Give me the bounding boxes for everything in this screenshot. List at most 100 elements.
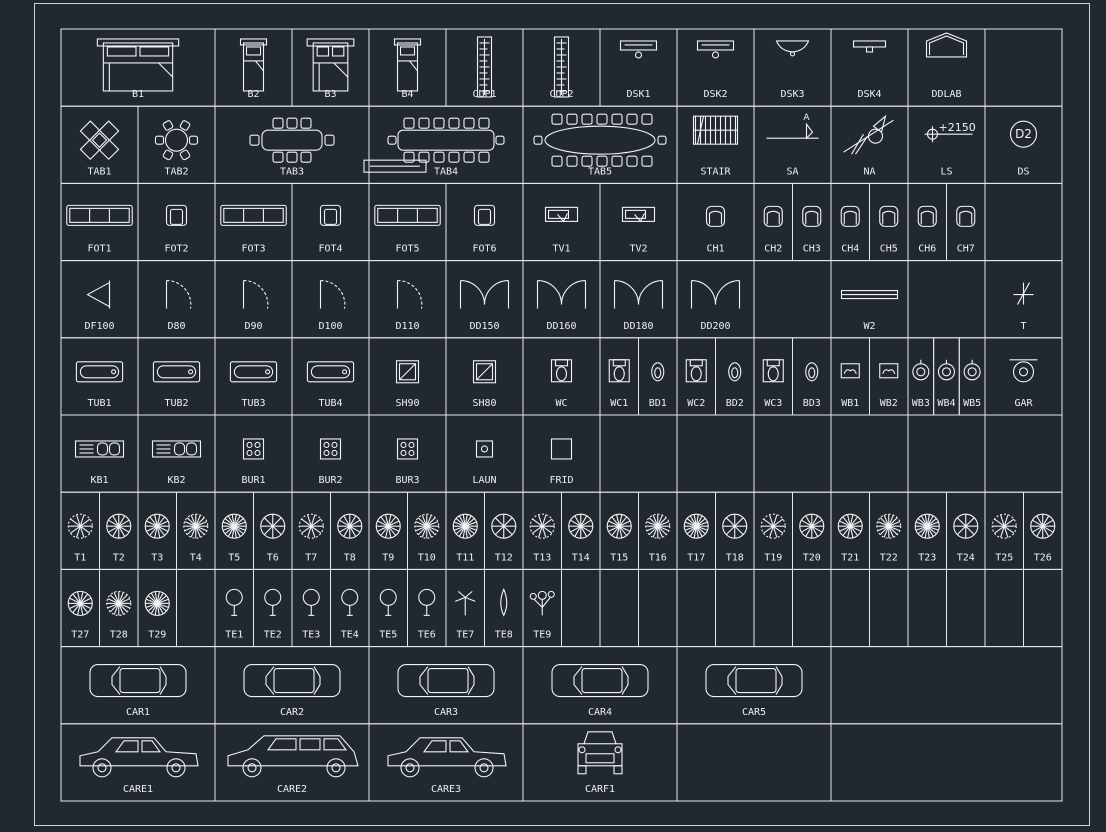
symbol-cell: CUP1 [445,28,524,107]
symbol-cell [830,723,1063,802]
symbol-label: BD3 [803,398,821,409]
symbol-cell: TAB5 [522,105,678,184]
chair-icon [956,205,976,227]
grid-cell [599,414,678,493]
symbol-label: DD160 [546,321,576,332]
wc-icon [762,359,784,383]
symbol-label: SH80 [472,398,496,409]
symbol-label: T4 [190,552,202,563]
cupboard-icon [476,36,493,98]
grid-cell [946,568,986,648]
tree-elevation-icon [418,588,436,616]
level-value: +2150 [939,121,976,134]
symbol-cell [984,28,1063,107]
car-plan-icon [397,664,495,698]
symbol-label: FRID [549,475,573,486]
symbol-cell: D110 [368,260,447,339]
symbol-label: CARE1 [123,784,153,795]
symbol-cell: TUB2 [137,337,216,416]
symbol-cell: T12 [484,491,524,570]
car-plan-icon [243,664,341,698]
tv-icon [621,206,656,223]
symbol-label: CH4 [841,244,859,255]
symbol-cell: NA [830,105,909,184]
symbol-cell: B4 [368,28,447,107]
symbol-cell: T8 [330,491,370,570]
symbol-cell: FOT1 [60,182,139,262]
symbol-cell: B3 [291,28,370,107]
symbol-cell: DD150 [445,260,524,339]
door-double-icon [690,280,741,309]
symbol-cell [984,568,1024,648]
urinal-icon [1009,359,1038,383]
symbol-label: SH90 [395,398,419,409]
symbol-cell: T25 [984,491,1024,570]
sofa-icon [66,204,133,226]
tree-plan-icon [722,513,748,539]
bidet-icon [728,362,742,382]
symbol-cell: TV1 [522,182,601,262]
tree-elevation-icon [341,588,359,616]
symbol-cell: TE3 [291,568,331,648]
symbol-cell [830,568,870,648]
symbol-label: TE6 [418,630,436,641]
symbol-label: T2 [113,552,125,563]
symbol-cell [638,568,678,648]
armchair-icon [165,204,188,226]
kitchen-sink-icon [151,440,202,458]
symbol-label: T21 [841,552,859,563]
symbol-label: CARE3 [431,784,461,795]
symbol-label: TV2 [629,244,647,255]
symbol-cell: T28 [99,568,139,648]
symbol-cell [753,568,793,648]
tree-plan-icon [645,513,671,539]
symbol-label: BD1 [649,398,667,409]
bidet-icon [805,362,819,382]
tree-plan-icon [106,513,132,539]
sofa-icon [374,204,441,226]
symbol-cell: TE9 [522,568,562,648]
cypress-elevation-icon [500,587,508,617]
symbol-cell [676,723,832,802]
symbol-label: BUR1 [241,475,265,486]
symbol-cell: W2 [830,260,909,339]
table-diagonal-icon [79,120,120,161]
symbol-cell: T26 [1023,491,1063,570]
symbol-label: CARF1 [585,784,615,795]
symbol-cell: T19 [753,491,793,570]
symbol-cell [830,414,909,493]
symbol-cell: T5 [214,491,254,570]
symbol-label: TUB2 [164,398,188,409]
car-wagon-icon [227,735,359,778]
symbol-cell: FRID [522,414,601,493]
grid-cell [907,260,986,339]
grid-cell [984,28,1063,107]
tree-plan-icon [183,513,209,539]
symbol-label: T26 [1034,552,1052,563]
symbol-label: TE1 [225,630,243,641]
symbol-label: T7 [305,552,317,563]
bathtub-icon [75,361,124,383]
symbol-label: WC1 [610,398,628,409]
symbol-label: BUR2 [318,475,342,486]
grid-cell [676,568,716,648]
washbasin-round-icon [963,359,981,381]
car-side-icon [79,737,199,778]
bed-single-icon [239,38,268,92]
bidet-icon [651,362,665,382]
symbol-cell: CAR1 [60,646,216,725]
grid-cell [907,568,947,648]
door-swing-icon [242,280,269,309]
tree-plan-icon [606,513,632,539]
symbol-cell: DSK3 [753,28,832,107]
symbol-cell: CARE1 [60,723,216,802]
armchair-icon [319,204,342,226]
desk-small-icon [852,40,887,53]
symbol-label: WB2 [880,398,898,409]
symbol-cell: CUP2 [522,28,601,107]
door-double-icon [459,280,510,309]
symbol-cell [753,414,832,493]
symbol-cell: WB3 [907,337,935,416]
symbol-label: WB3 [912,398,930,409]
grid-cell [830,568,870,648]
